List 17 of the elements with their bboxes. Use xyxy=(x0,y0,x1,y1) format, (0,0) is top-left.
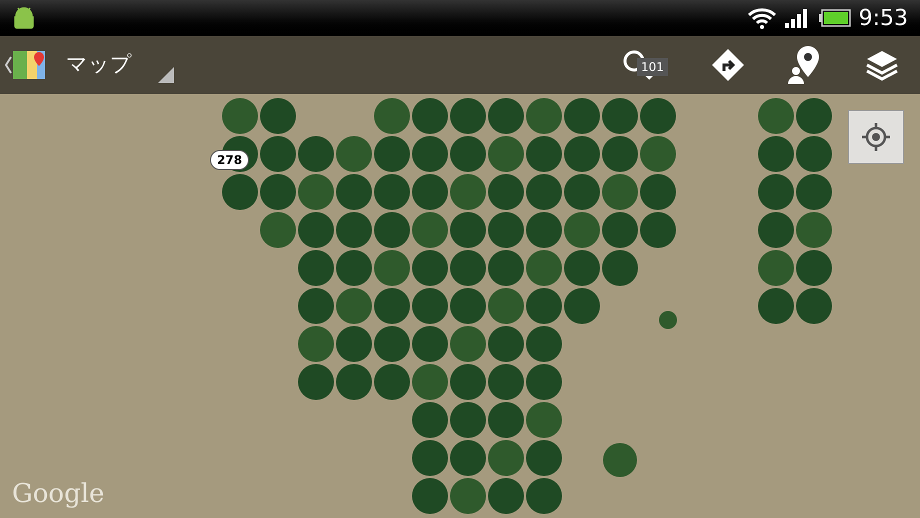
android-icon xyxy=(12,5,36,31)
route-label: 101 xyxy=(637,58,668,76)
back-caret-icon xyxy=(4,55,12,75)
dropdown-corner-icon[interactable] xyxy=(158,67,174,83)
battery-icon xyxy=(818,9,851,27)
crosshair-icon xyxy=(861,122,891,152)
directions-icon xyxy=(711,48,745,82)
route-shield: 278 xyxy=(210,150,250,170)
person-pin-icon xyxy=(788,46,820,84)
layers-icon xyxy=(865,49,899,81)
my-location-button[interactable] xyxy=(848,110,904,164)
satellite-map[interactable] xyxy=(0,36,920,518)
clock-time: 9:53 xyxy=(858,4,908,32)
google-logo: Google xyxy=(12,478,104,511)
wifi-icon xyxy=(746,7,777,29)
maps-logo-icon xyxy=(12,48,46,82)
app-title: マップ xyxy=(66,51,132,78)
